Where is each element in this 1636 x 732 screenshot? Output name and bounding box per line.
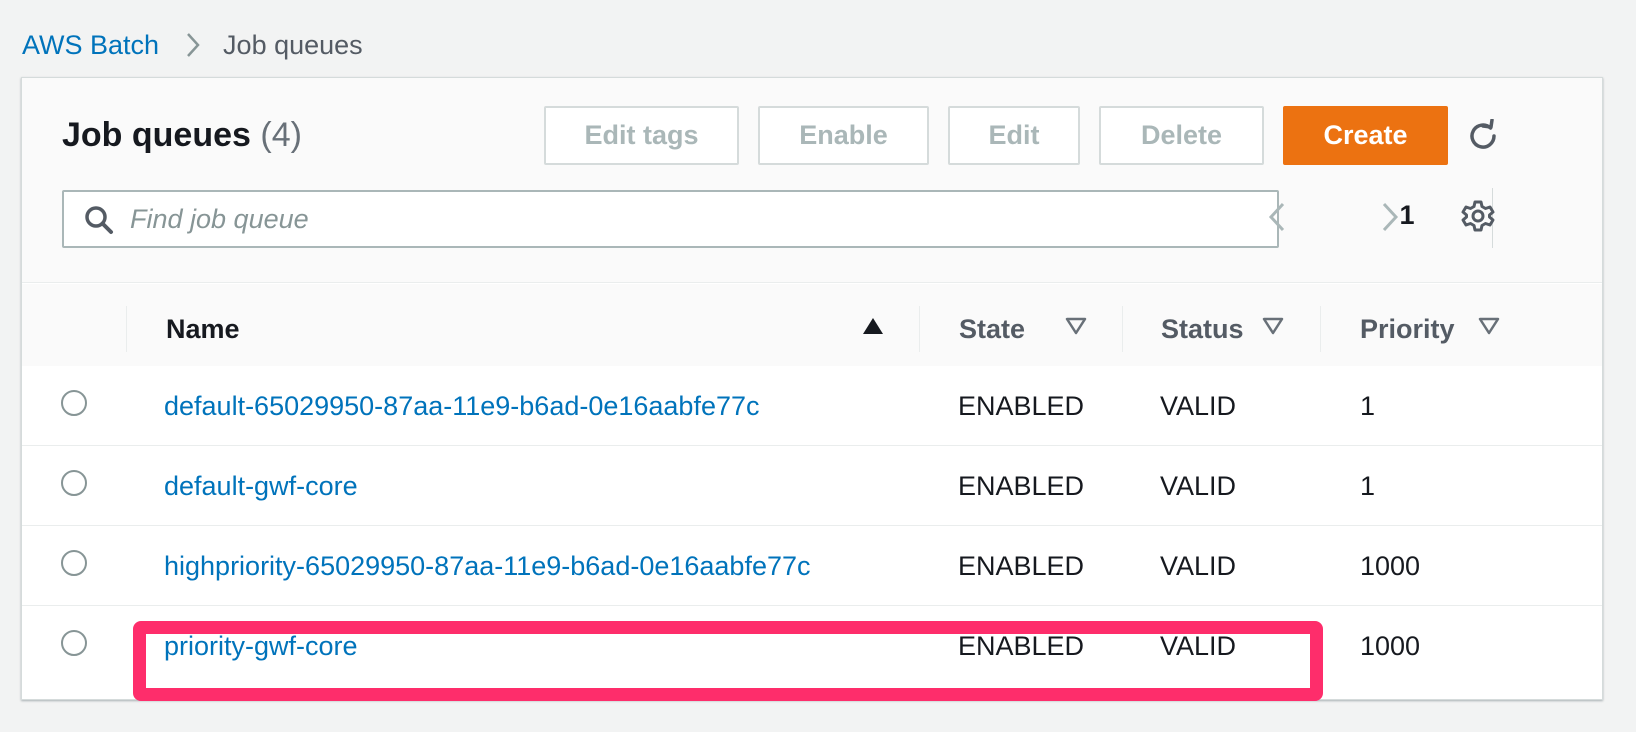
job-queue-link[interactable]: priority-gwf-core (164, 606, 358, 686)
column-separator (126, 306, 127, 352)
priority-cell: 1 (1360, 470, 1376, 501)
job-queue-link[interactable]: default-65029950-87aa-11e9-b6ad-0e16aabf… (164, 366, 760, 446)
search-icon (84, 205, 114, 240)
state-cell: ENABLED (958, 470, 1085, 501)
gear-icon[interactable] (1458, 196, 1498, 236)
table-row[interactable]: default-gwf-core ENABLED VALID 1 (22, 446, 1602, 526)
job-queues-panel: Job queues (4) Edit tags Enable Edit Del… (21, 77, 1603, 700)
row-select-radio[interactable] (61, 630, 87, 656)
row-select-radio[interactable] (61, 390, 87, 416)
column-separator (919, 306, 920, 352)
chevron-left-icon[interactable] (1262, 196, 1292, 238)
enable-button[interactable]: Enable (758, 106, 929, 165)
priority-cell: 1 (1360, 390, 1376, 421)
job-queue-link[interactable]: default-gwf-core (164, 446, 358, 526)
table-header: Name State Status Priority (22, 284, 1602, 374)
column-header-priority[interactable]: Priority (1360, 284, 1455, 374)
row-select-radio[interactable] (61, 470, 87, 496)
column-separator (1122, 306, 1123, 352)
page-title-text: Job queues (62, 116, 251, 154)
job-queue-link[interactable]: highpriority-65029950-87aa-11e9-b6ad-0e1… (164, 526, 811, 606)
status-cell: VALID (1160, 390, 1237, 421)
column-header-state[interactable]: State (959, 284, 1025, 374)
sort-descending-icon[interactable] (1478, 316, 1500, 341)
table-row[interactable]: highpriority-65029950-87aa-11e9-b6ad-0e1… (22, 526, 1602, 606)
table-row[interactable]: priority-gwf-core ENABLED VALID 1000 (22, 606, 1602, 686)
state-cell: ENABLED (958, 390, 1085, 421)
status-cell: VALID (1160, 470, 1237, 501)
breadcrumb-link-aws-batch[interactable]: AWS Batch (22, 30, 159, 61)
breadcrumb: AWS Batch Job queues (22, 28, 363, 62)
table-row[interactable]: default-65029950-87aa-11e9-b6ad-0e16aabf… (22, 366, 1602, 446)
search-input[interactable] (130, 192, 1260, 246)
row-select-radio[interactable] (61, 550, 87, 576)
sort-descending-icon[interactable] (1065, 316, 1087, 341)
sort-descending-icon[interactable] (1262, 316, 1284, 341)
breadcrumb-current: Job queues (223, 29, 363, 60)
panel-header: Job queues (4) Edit tags Enable Edit Del… (22, 78, 1602, 283)
edit-button[interactable]: Edit (948, 106, 1080, 165)
priority-cell: 1000 (1360, 550, 1421, 581)
priority-cell: 1000 (1360, 630, 1421, 661)
sort-ascending-icon[interactable] (862, 316, 884, 341)
state-cell: ENABLED (958, 630, 1085, 661)
column-separator (1320, 306, 1321, 352)
refresh-icon[interactable] (1463, 116, 1503, 156)
chevron-right-icon[interactable] (1375, 196, 1405, 238)
column-header-status[interactable]: Status (1161, 284, 1244, 374)
page-title: Job queues (4) (62, 116, 302, 155)
chevron-right-icon (185, 32, 201, 58)
state-cell: ENABLED (958, 550, 1085, 581)
create-button[interactable]: Create (1283, 106, 1448, 165)
delete-button[interactable]: Delete (1099, 106, 1264, 165)
status-cell: VALID (1160, 550, 1237, 581)
edit-tags-button[interactable]: Edit tags (544, 106, 739, 165)
status-cell: VALID (1160, 630, 1237, 661)
queue-count: (4) (260, 116, 302, 154)
column-header-name[interactable]: Name (166, 284, 240, 374)
search-field[interactable] (62, 190, 1279, 248)
